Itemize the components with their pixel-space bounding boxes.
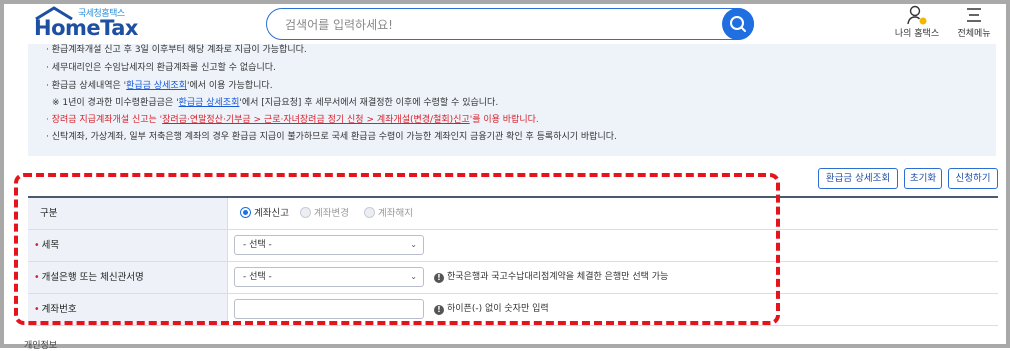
my-hometax-button[interactable]: 나의 홈택스 [892, 4, 942, 39]
full-menu-button[interactable]: 전체메뉴 [950, 4, 998, 39]
notice-line-warning: · 장려금 지급계좌개설 신고는 '장려금·연말정산·기부금 > 근로·자녀장려… [46, 115, 539, 125]
header: 국세청홈택스 HomeTax 나의 홈택스 전체메뉴 [4, 4, 1006, 44]
my-hometax-label: 나의 홈택스 [894, 29, 940, 39]
notice-box: · 환급계좌개설 신고 후 3일 이후부터 해당 계좌로 지급이 가능합니다. … [28, 44, 996, 156]
cut-off-text: 개인정보 [24, 341, 58, 351]
reset-button[interactable]: 초기화 [904, 168, 942, 189]
apply-button[interactable]: 신청하기 [948, 168, 998, 189]
hometax-logo[interactable]: 국세청홈택스 HomeTax [32, 6, 152, 42]
refund-detail-button[interactable]: 환급금 상세조회 [818, 168, 898, 189]
search-icon [730, 16, 746, 32]
incentive-account-link[interactable]: 장려금·연말정산·기부금 > 근로·자녀장려금 정기 신청 > 계좌개설(변경/… [162, 115, 470, 125]
highlight-annotation [14, 173, 780, 325]
search-bar[interactable] [266, 8, 754, 40]
refund-detail-link[interactable]: 환급금 상세조회 [179, 98, 240, 108]
refund-detail-link[interactable]: 환급금 상세조회 [126, 81, 187, 91]
search-button[interactable] [722, 8, 754, 40]
notice-line: · 환급계좌개설 신고 후 3일 이후부터 해당 계좌로 지급이 가능합니다. [46, 45, 307, 55]
notice-line: · 신탁계좌, 가상계좌, 일부 저축은행 계좌의 경우 환급금 지급이 불가하… [46, 132, 617, 142]
full-menu-label: 전체메뉴 [957, 29, 991, 39]
user-alert-icon [907, 5, 927, 25]
logo-title: HomeTax [34, 16, 138, 40]
hamburger-menu-icon [967, 8, 981, 22]
notice-line: · 환급금 상세내역은 '환급금 상세조회'에서 이용 가능합니다. [46, 81, 273, 91]
search-input[interactable] [283, 15, 727, 35]
notice-line: · 세무대리인은 수임납세자의 환급계좌를 신고할 수 없습니다. [46, 63, 276, 73]
notice-line: ※ 1년이 경과한 미수령환급금은 '환급금 상세조회'에서 [지급요청] 후 … [52, 98, 499, 108]
